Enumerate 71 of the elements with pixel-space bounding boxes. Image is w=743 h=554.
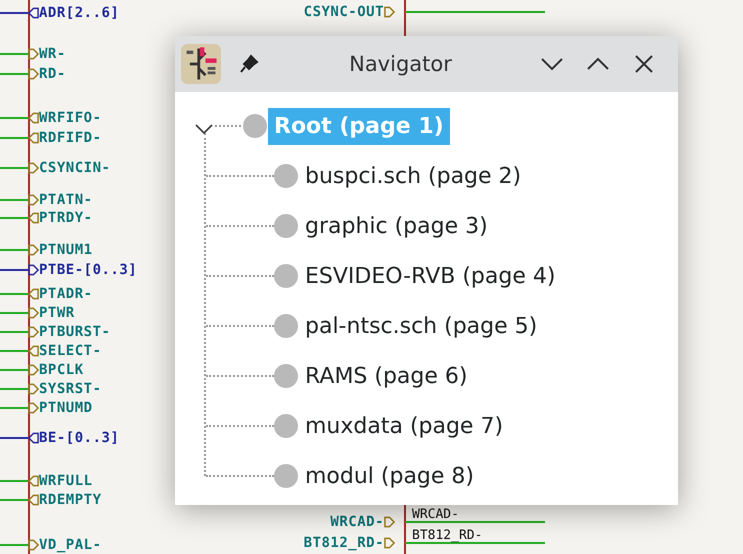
output-pin-icon [28, 6, 39, 20]
output-pin-icon [28, 474, 39, 488]
input-pin-icon [28, 193, 39, 207]
input-pin-icon [28, 401, 39, 415]
net-label: SELECT- [39, 342, 102, 361]
output-pin-icon [28, 431, 39, 445]
input-pin-icon [384, 5, 395, 19]
net-label: ADR[2..6] [39, 4, 120, 23]
net-label: WRFULL [39, 472, 93, 491]
output-pin-icon [28, 344, 39, 358]
input-pin-icon [384, 515, 395, 529]
output-pin-icon [28, 131, 39, 145]
input-pin-icon [28, 306, 39, 320]
sheet-icon [274, 214, 298, 238]
input-pin-icon [28, 161, 39, 175]
output-pin-icon [28, 111, 39, 125]
input-pin-icon [28, 47, 39, 61]
tree-item[interactable]: RAMS (page 6) [299, 360, 474, 392]
tree-item[interactable]: modul (page 8) [299, 460, 480, 492]
net-label: WR- [39, 45, 66, 64]
output-pin-icon [28, 211, 39, 225]
net-label: WRFIFO- [39, 109, 102, 128]
tree-item[interactable]: buspci.sch (page 2) [299, 160, 528, 192]
sheet-icon [243, 114, 267, 138]
sheet-icon [274, 364, 298, 388]
input-pin-icon [28, 243, 39, 257]
sheet-icon [274, 264, 298, 288]
net-label: RDEMPTY [39, 491, 102, 510]
net-name: BT812_RD- [412, 530, 482, 541]
net-label: RDFIFD- [39, 129, 102, 148]
net-label: PTNUMD [39, 399, 93, 418]
sheet-icon [274, 414, 298, 438]
net-label: SYSRST- [39, 380, 102, 399]
sheet-icon [274, 164, 298, 188]
input-pin-icon [28, 363, 39, 377]
input-pin-icon [28, 67, 39, 81]
net-label: BE-[0..3] [39, 429, 120, 448]
close-icon[interactable] [635, 55, 653, 73]
input-pin-icon [28, 325, 39, 339]
net-label: PTRDY- [39, 209, 93, 228]
net-label: PTBURST- [39, 323, 110, 342]
net-label: BPCLK [39, 361, 84, 380]
net-name: WRCAD- [412, 509, 459, 520]
net-label: BT812_RD- [302, 534, 384, 553]
tree-item[interactable]: muxdata (page 7) [299, 410, 510, 442]
chevron-up-icon[interactable] [587, 57, 609, 71]
tree-item[interactable]: pal-ntsc.sch (page 5) [299, 310, 544, 342]
net-label: VD_PAL- [39, 536, 102, 554]
tree-item[interactable]: graphic (page 3) [299, 210, 494, 242]
input-pin-icon [28, 382, 39, 396]
net-label: CSYNC-OUT [302, 3, 384, 22]
net-label: PTNUM1 [39, 241, 93, 260]
input-pin-icon [28, 263, 39, 277]
sheet-icon [274, 314, 298, 338]
net-label: RD- [39, 65, 66, 84]
output-pin-icon [28, 287, 39, 301]
net-label: PTWR [39, 304, 75, 323]
tree-item[interactable]: ESVIDEO-RVB (page 4) [299, 260, 562, 292]
input-pin-icon [384, 536, 395, 550]
net-label: PTATN- [39, 191, 93, 210]
pin-icon[interactable] [239, 54, 259, 74]
net-label: WRCAD- [329, 513, 384, 532]
input-pin-icon [28, 538, 39, 552]
window-title: Navigator [348, 52, 453, 76]
output-pin-icon [28, 493, 39, 507]
chevron-down-icon[interactable] [541, 57, 563, 71]
net-label: PTADR- [39, 285, 93, 304]
net-label: CSYNCIN- [39, 159, 110, 178]
schematic-app-icon [181, 44, 221, 84]
sheet-icon [274, 464, 298, 488]
net-label: PTBE-[0..3] [39, 261, 138, 280]
